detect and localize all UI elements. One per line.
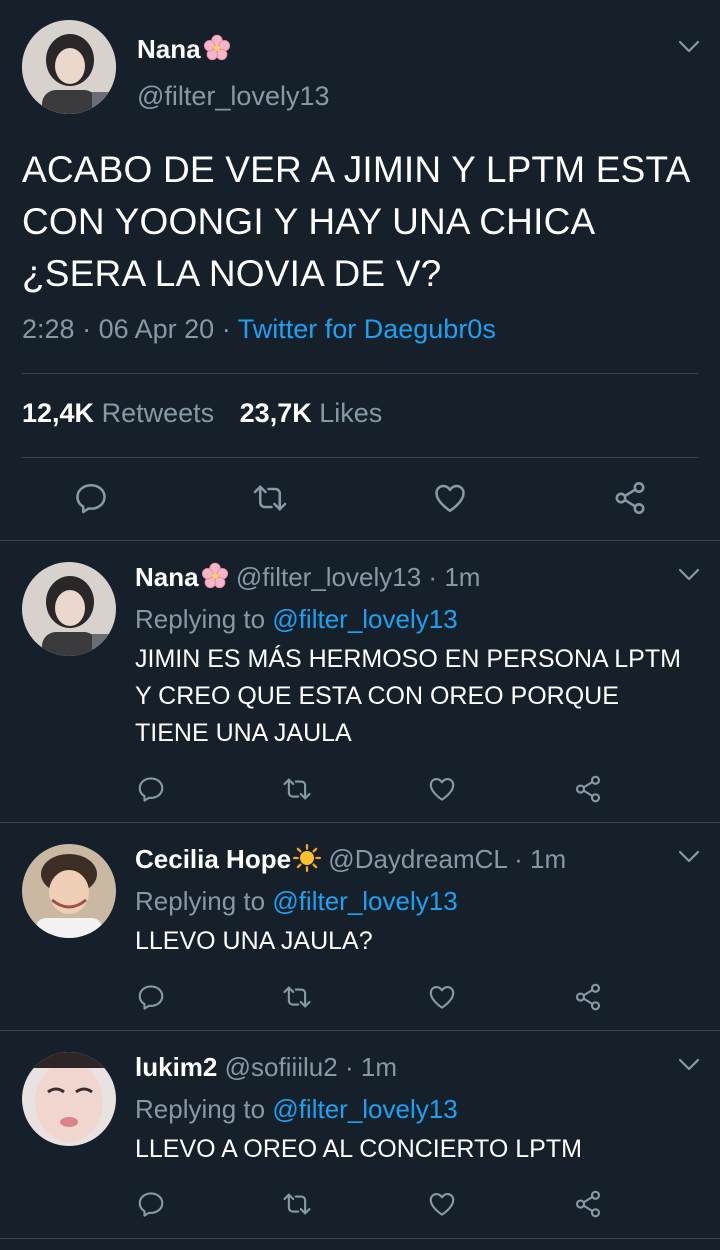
reply-text: LLEVO A OREO AL CONCIERTO LPTM <box>135 1135 582 1163</box>
avatar[interactable] <box>22 844 116 938</box>
chevron-down-icon[interactable] <box>678 850 700 864</box>
meta-separator: · <box>344 1052 354 1082</box>
author-name[interactable]: Nana <box>137 34 231 65</box>
reply-header: lukim2 @sofiiilu2 · 1m <box>135 1052 397 1083</box>
replying-to-label: Replying to <box>135 1094 266 1124</box>
avatar-photo <box>22 20 116 114</box>
reply-text: JIMIN ES MÁS HERMOSO EN PERSONA LPTM Y C… <box>135 645 681 747</box>
avatar-photo <box>22 844 116 938</box>
divider <box>0 1030 720 1031</box>
tweet-source-link[interactable]: Twitter for Daegubr0s <box>238 314 496 344</box>
meta-separator: · <box>514 844 523 874</box>
divider <box>0 1238 720 1239</box>
reply-time: 1m <box>444 562 481 592</box>
cherry-blossom-icon <box>203 34 231 62</box>
reply-text: LLEVO UNA JAULA? <box>135 927 373 955</box>
divider <box>0 540 720 541</box>
reply-icon[interactable] <box>136 774 166 804</box>
reply-time: 1m <box>530 844 567 874</box>
replying-to-label: Replying to <box>135 886 266 916</box>
share-icon[interactable] <box>612 480 648 516</box>
like-icon[interactable] <box>427 1189 457 1219</box>
chevron-down-icon[interactable] <box>678 568 700 582</box>
reply-author-handle[interactable]: @sofiiilu2 <box>225 1052 338 1082</box>
replying-to-label: Replying to <box>135 604 266 634</box>
reply-author-handle[interactable]: @filter_lovely13 <box>236 562 421 592</box>
reply-header: Nana @filter_lovely13 · 1m <box>135 562 480 593</box>
reply-icon[interactable] <box>136 982 166 1012</box>
likes-stat[interactable]: 23,7K Likes <box>240 398 383 428</box>
divider <box>22 457 698 458</box>
divider <box>22 373 698 374</box>
replying-to-link[interactable]: @filter_lovely13 <box>272 886 457 916</box>
like-icon[interactable] <box>432 480 468 516</box>
like-icon[interactable] <box>427 774 457 804</box>
retweet-icon[interactable] <box>282 1189 312 1219</box>
tweet-stats: 12,4K Retweets 23,7K Likes <box>22 398 382 429</box>
likes-label: Likes <box>319 398 383 428</box>
retweet-icon[interactable] <box>282 982 312 1012</box>
share-icon[interactable] <box>573 982 603 1012</box>
meta-separator: · <box>221 314 231 344</box>
avatar-photo <box>22 1052 116 1146</box>
avatar[interactable] <box>22 562 116 656</box>
avatar[interactable] <box>22 1052 116 1146</box>
replying-to-link[interactable]: @filter_lovely13 <box>272 1094 457 1124</box>
share-icon[interactable] <box>573 774 603 804</box>
replying-to: Replying to @filter_lovely13 <box>135 886 458 917</box>
replying-to-link[interactable]: @filter_lovely13 <box>272 604 457 634</box>
tweet-time: 2:28 <box>22 314 75 344</box>
retweets-label: Retweets <box>101 398 215 428</box>
avatar[interactable] <box>22 20 116 114</box>
chevron-down-icon[interactable] <box>678 1058 700 1072</box>
replying-to: Replying to @filter_lovely13 <box>135 1094 458 1125</box>
retweet-icon[interactable] <box>282 774 312 804</box>
reply-author-name[interactable]: lukim2 <box>135 1052 217 1082</box>
tweet-meta: 2:28 · 06 Apr 20 · Twitter for Daegubr0s <box>22 314 496 345</box>
retweet-icon[interactable] <box>252 480 288 516</box>
likes-count: 23,7K <box>239 398 312 428</box>
tweet-date: 06 Apr 20 <box>98 314 215 344</box>
share-icon[interactable] <box>573 1189 603 1219</box>
reply-icon[interactable] <box>136 1189 166 1219</box>
divider <box>0 822 720 823</box>
retweets-count: 12,4K <box>22 398 95 428</box>
like-icon[interactable] <box>427 982 457 1012</box>
author-name-text: Nana <box>137 34 201 64</box>
reply-author-name[interactable]: Nana <box>135 562 199 592</box>
avatar-photo <box>22 562 116 656</box>
author-handle[interactable]: @filter_lovely13 <box>137 81 330 112</box>
sun-icon <box>293 844 321 872</box>
meta-separator: · <box>428 562 438 592</box>
reply-author-handle[interactable]: @DaydreamCL <box>328 844 507 874</box>
reply-header: Cecilia Hope @DaydreamCL · 1m <box>135 844 566 875</box>
chevron-down-icon[interactable] <box>678 40 700 54</box>
tweet-text: ACABO DE VER A JIMIN Y LPTM ESTA CON YOO… <box>22 149 689 294</box>
retweets-stat[interactable]: 12,4K Retweets <box>22 398 214 428</box>
reply-author-name[interactable]: Cecilia Hope <box>135 844 291 874</box>
meta-separator: · <box>82 314 92 344</box>
cherry-blossom-icon <box>201 562 229 590</box>
replying-to: Replying to @filter_lovely13 <box>135 604 458 635</box>
reply-time: 1m <box>360 1052 397 1082</box>
reply-icon[interactable] <box>73 480 109 516</box>
